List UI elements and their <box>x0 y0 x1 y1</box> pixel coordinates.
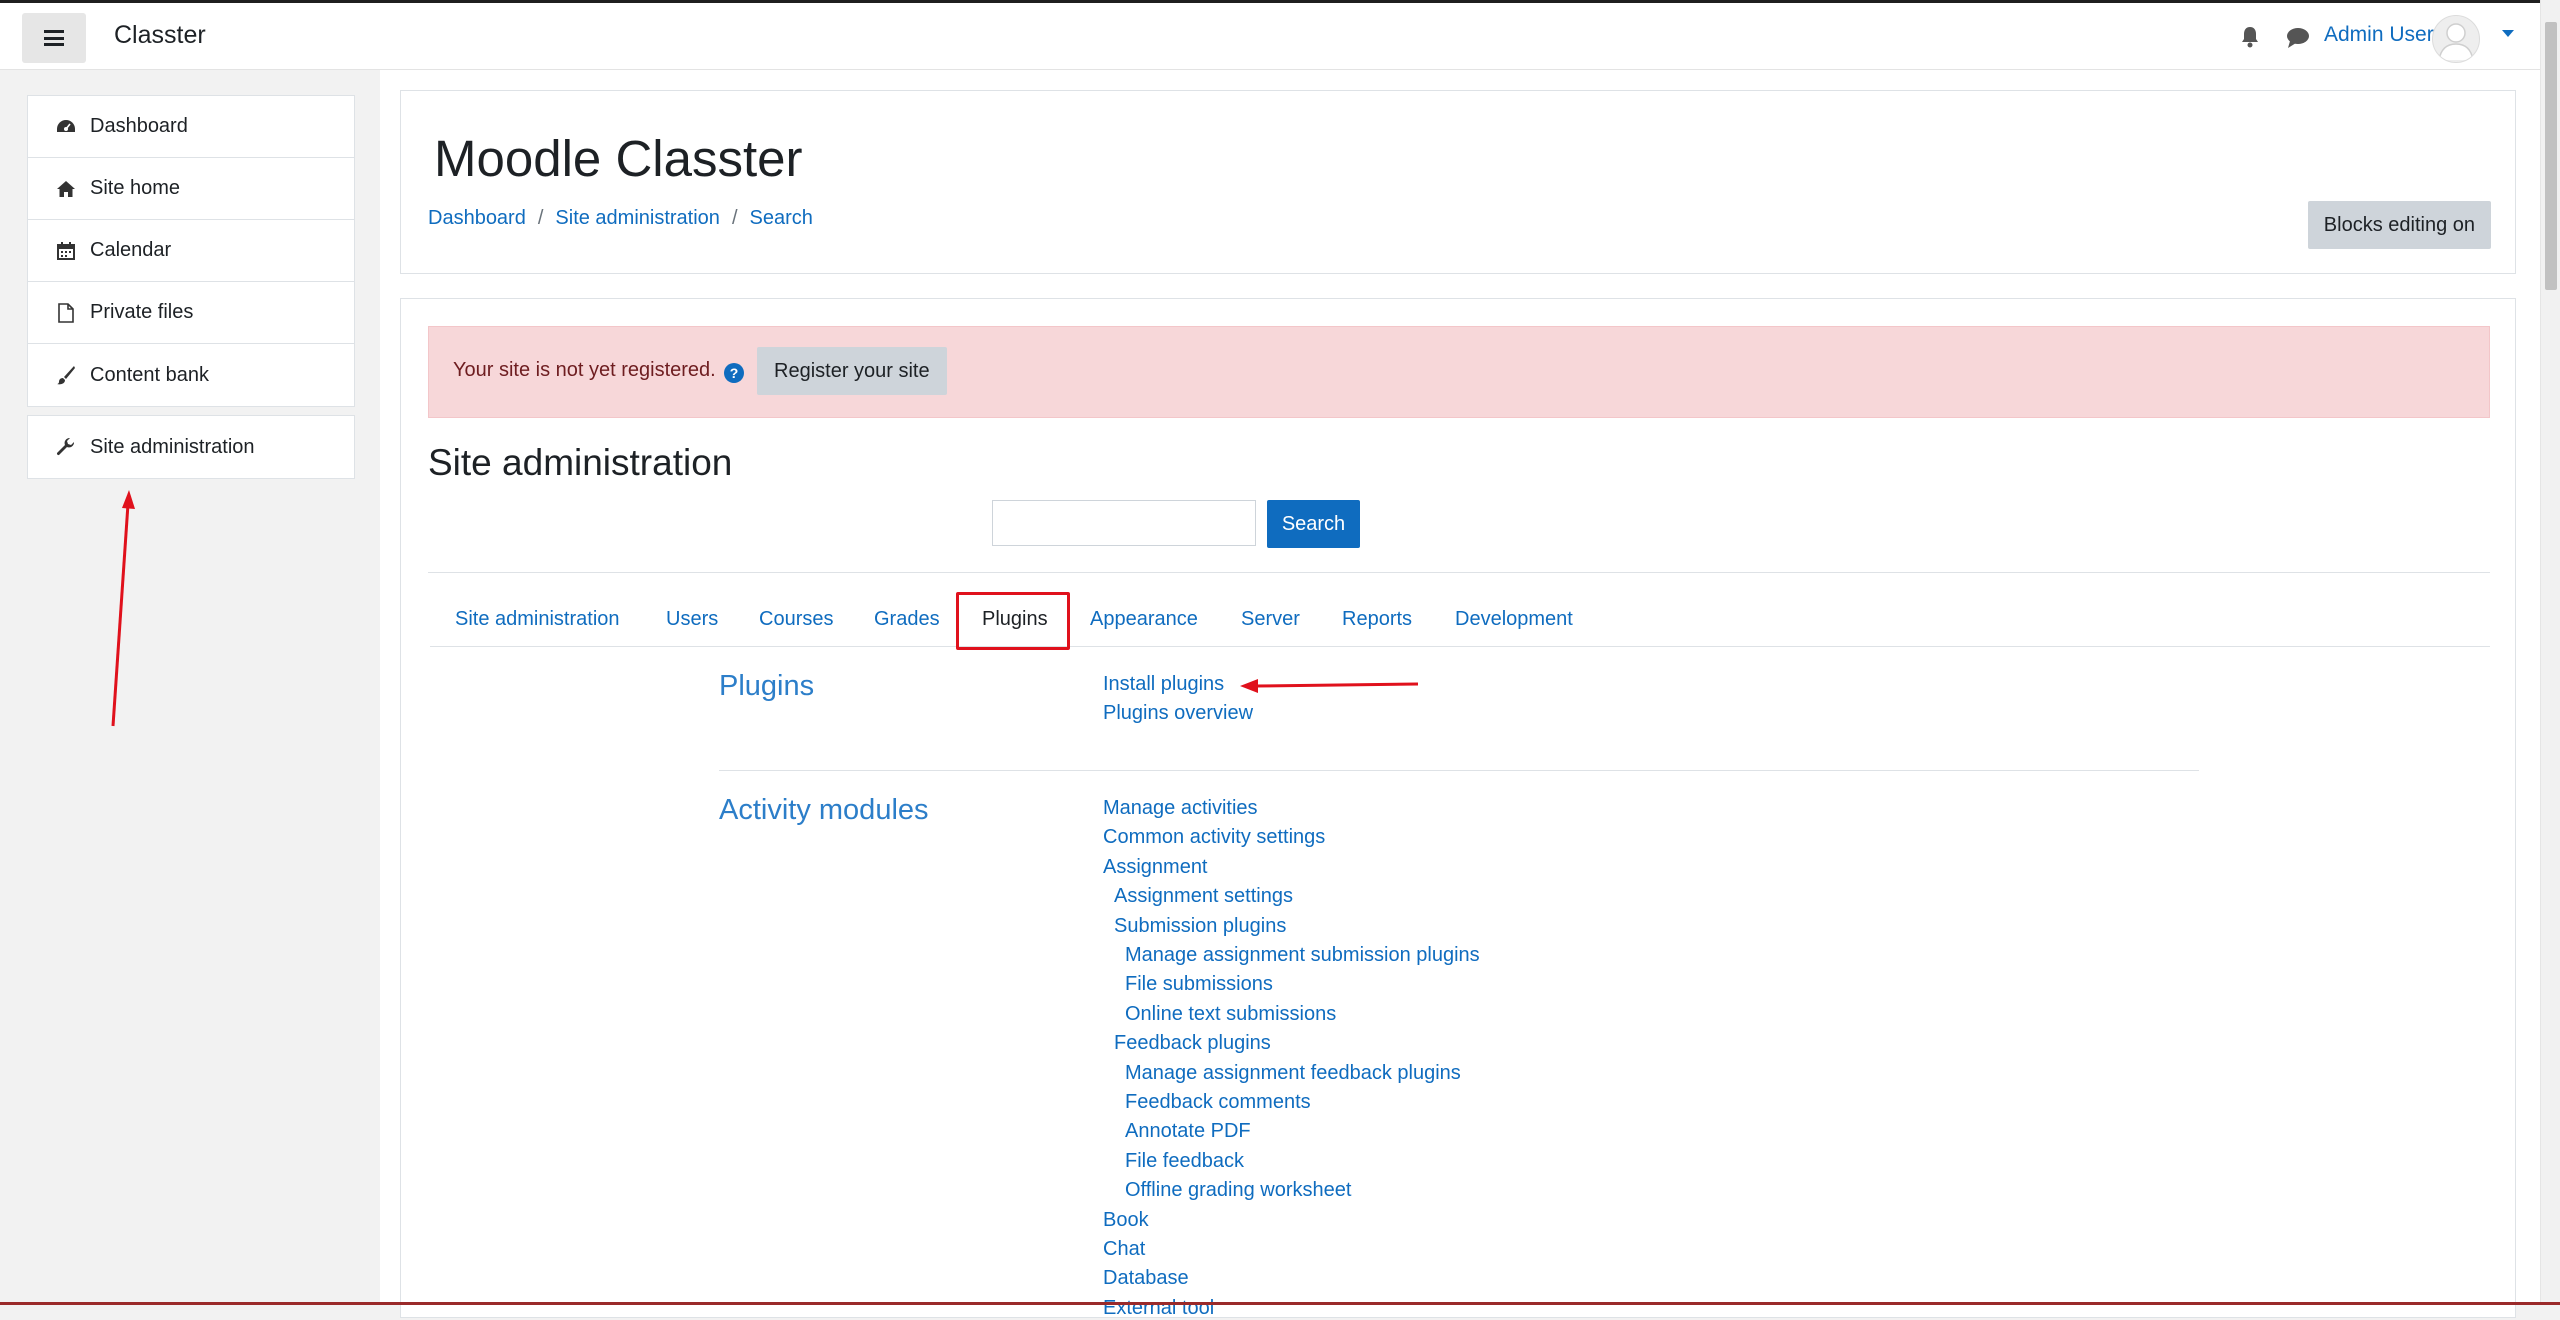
activity-module-link[interactable]: Assignment <box>1103 856 1208 879</box>
tab-users[interactable]: Users <box>666 608 718 631</box>
activity-module-link[interactable]: Chat <box>1103 1238 1145 1261</box>
activity-module-link[interactable]: Annotate PDF <box>1125 1120 1251 1143</box>
nav-group-admin: Site administration <box>27 415 355 479</box>
user-menu-chevron-down-icon[interactable] <box>2502 30 2514 37</box>
bell-icon[interactable] <box>2240 26 2260 48</box>
activity-module-link[interactable]: Manage activities <box>1103 797 1258 820</box>
activity-module-link[interactable]: Feedback plugins <box>1114 1032 1271 1055</box>
divider <box>430 646 2490 647</box>
breadcrumb-site-administration[interactable]: Site administration <box>555 207 720 230</box>
section-title: Site administration <box>428 442 733 483</box>
file-icon <box>56 302 76 323</box>
breadcrumb-search[interactable]: Search <box>750 207 813 230</box>
tab-development[interactable]: Development <box>1455 608 1573 631</box>
highlight-box-annotation <box>956 592 1070 650</box>
activity-module-link[interactable]: Manage assignment submission plugins <box>1125 944 1480 967</box>
breadcrumb: Dashboard / Site administration / Search <box>428 207 813 230</box>
nav-item-label: Site administration <box>90 435 255 458</box>
activity-module-link[interactable]: Assignment settings <box>1114 885 1293 908</box>
page-title: Moodle Classter <box>434 130 803 187</box>
tab-reports[interactable]: Reports <box>1342 608 1412 631</box>
activity-module-link[interactable]: Submission plugins <box>1114 915 1286 938</box>
tab-grades[interactable]: Grades <box>874 608 940 631</box>
admin-search-input[interactable] <box>992 500 1256 546</box>
nav-item-label: Calendar <box>90 239 172 261</box>
activity-module-link[interactable]: File feedback <box>1125 1150 1244 1173</box>
scrollbar-thumb[interactable] <box>2545 22 2557 290</box>
register-site-button[interactable]: Register your site <box>757 347 947 395</box>
question-circle-icon[interactable]: ? <box>724 363 744 383</box>
top-navbar: Classter Admin User <box>0 0 2560 70</box>
nav-item-dashboard[interactable]: Dashboard <box>28 96 354 158</box>
activity-module-link[interactable]: Manage assignment feedback plugins <box>1125 1062 1461 1085</box>
category-title-activity-modules[interactable]: Activity modules <box>719 794 929 827</box>
nav-item-label: Dashboard <box>90 115 188 137</box>
site-brand[interactable]: Classter <box>114 21 206 50</box>
divider <box>428 572 2490 573</box>
registration-alert: Your site is not yet registered. ? Regis… <box>428 326 2490 418</box>
page-header: Moodle Classter Dashboard / Site adminis… <box>400 90 2516 274</box>
menu-toggle-button[interactable] <box>22 13 86 63</box>
nav-item-content-bank[interactable]: Content bank <box>28 344 354 406</box>
nav-item-label: Site home <box>90 177 181 199</box>
user-name[interactable]: Admin User <box>2324 23 2434 47</box>
wrench-icon <box>56 437 76 457</box>
calendar-icon <box>56 241 76 261</box>
category-title-plugins[interactable]: Plugins <box>719 670 814 703</box>
nav-item-label: Content bank <box>90 363 209 386</box>
breadcrumb-separator: / <box>537 207 544 229</box>
activity-module-link[interactable]: External tool <box>1103 1297 1214 1320</box>
activity-module-link[interactable]: Database <box>1103 1267 1189 1290</box>
nav-drawer: Dashboard Site home Calendar Private fil… <box>0 70 380 1305</box>
link-install-plugins[interactable]: Install plugins <box>1103 673 1224 696</box>
home-icon <box>56 179 76 199</box>
category-divider <box>719 770 2199 771</box>
breadcrumb-separator: / <box>731 207 738 229</box>
chat-icon[interactable] <box>2286 27 2310 49</box>
user-silhouette-icon <box>2438 23 2474 61</box>
activity-module-link[interactable]: File submissions <box>1125 973 1273 996</box>
activity-module-link[interactable]: Book <box>1103 1209 1149 1232</box>
hamburger-icon <box>44 30 64 46</box>
link-plugins-overview[interactable]: Plugins overview <box>1103 702 1253 725</box>
alert-text: Your site is not yet registered. <box>453 359 716 381</box>
breadcrumb-dashboard[interactable]: Dashboard <box>428 207 526 230</box>
activity-module-link[interactable]: Feedback comments <box>1125 1091 1311 1114</box>
paintbrush-icon <box>56 365 76 385</box>
blocks-editing-button[interactable]: Blocks editing on <box>2307 201 2491 249</box>
tab-appearance[interactable]: Appearance <box>1090 608 1198 631</box>
scrollbar[interactable] <box>2540 0 2560 1305</box>
activity-module-link[interactable]: Offline grading worksheet <box>1125 1179 1351 1202</box>
nav-item-site-administration[interactable]: Site administration <box>28 416 354 478</box>
nav-item-site-home[interactable]: Site home <box>28 158 354 220</box>
activity-module-link[interactable]: Online text submissions <box>1125 1003 1336 1026</box>
tab-server[interactable]: Server <box>1241 608 1300 631</box>
nav-item-label: Private files <box>90 301 194 323</box>
tab-site-administration[interactable]: Site administration <box>455 608 620 631</box>
tachometer-icon <box>56 117 76 137</box>
nav-item-calendar[interactable]: Calendar <box>28 220 354 282</box>
admin-search-button[interactable]: Search <box>1267 500 1360 548</box>
nav-item-private-files[interactable]: Private files <box>28 282 354 344</box>
nav-group-main: Dashboard Site home Calendar Private fil… <box>27 95 355 407</box>
avatar[interactable] <box>2432 15 2480 63</box>
tab-courses[interactable]: Courses <box>759 608 833 631</box>
activity-module-link[interactable]: Common activity settings <box>1103 826 1325 849</box>
